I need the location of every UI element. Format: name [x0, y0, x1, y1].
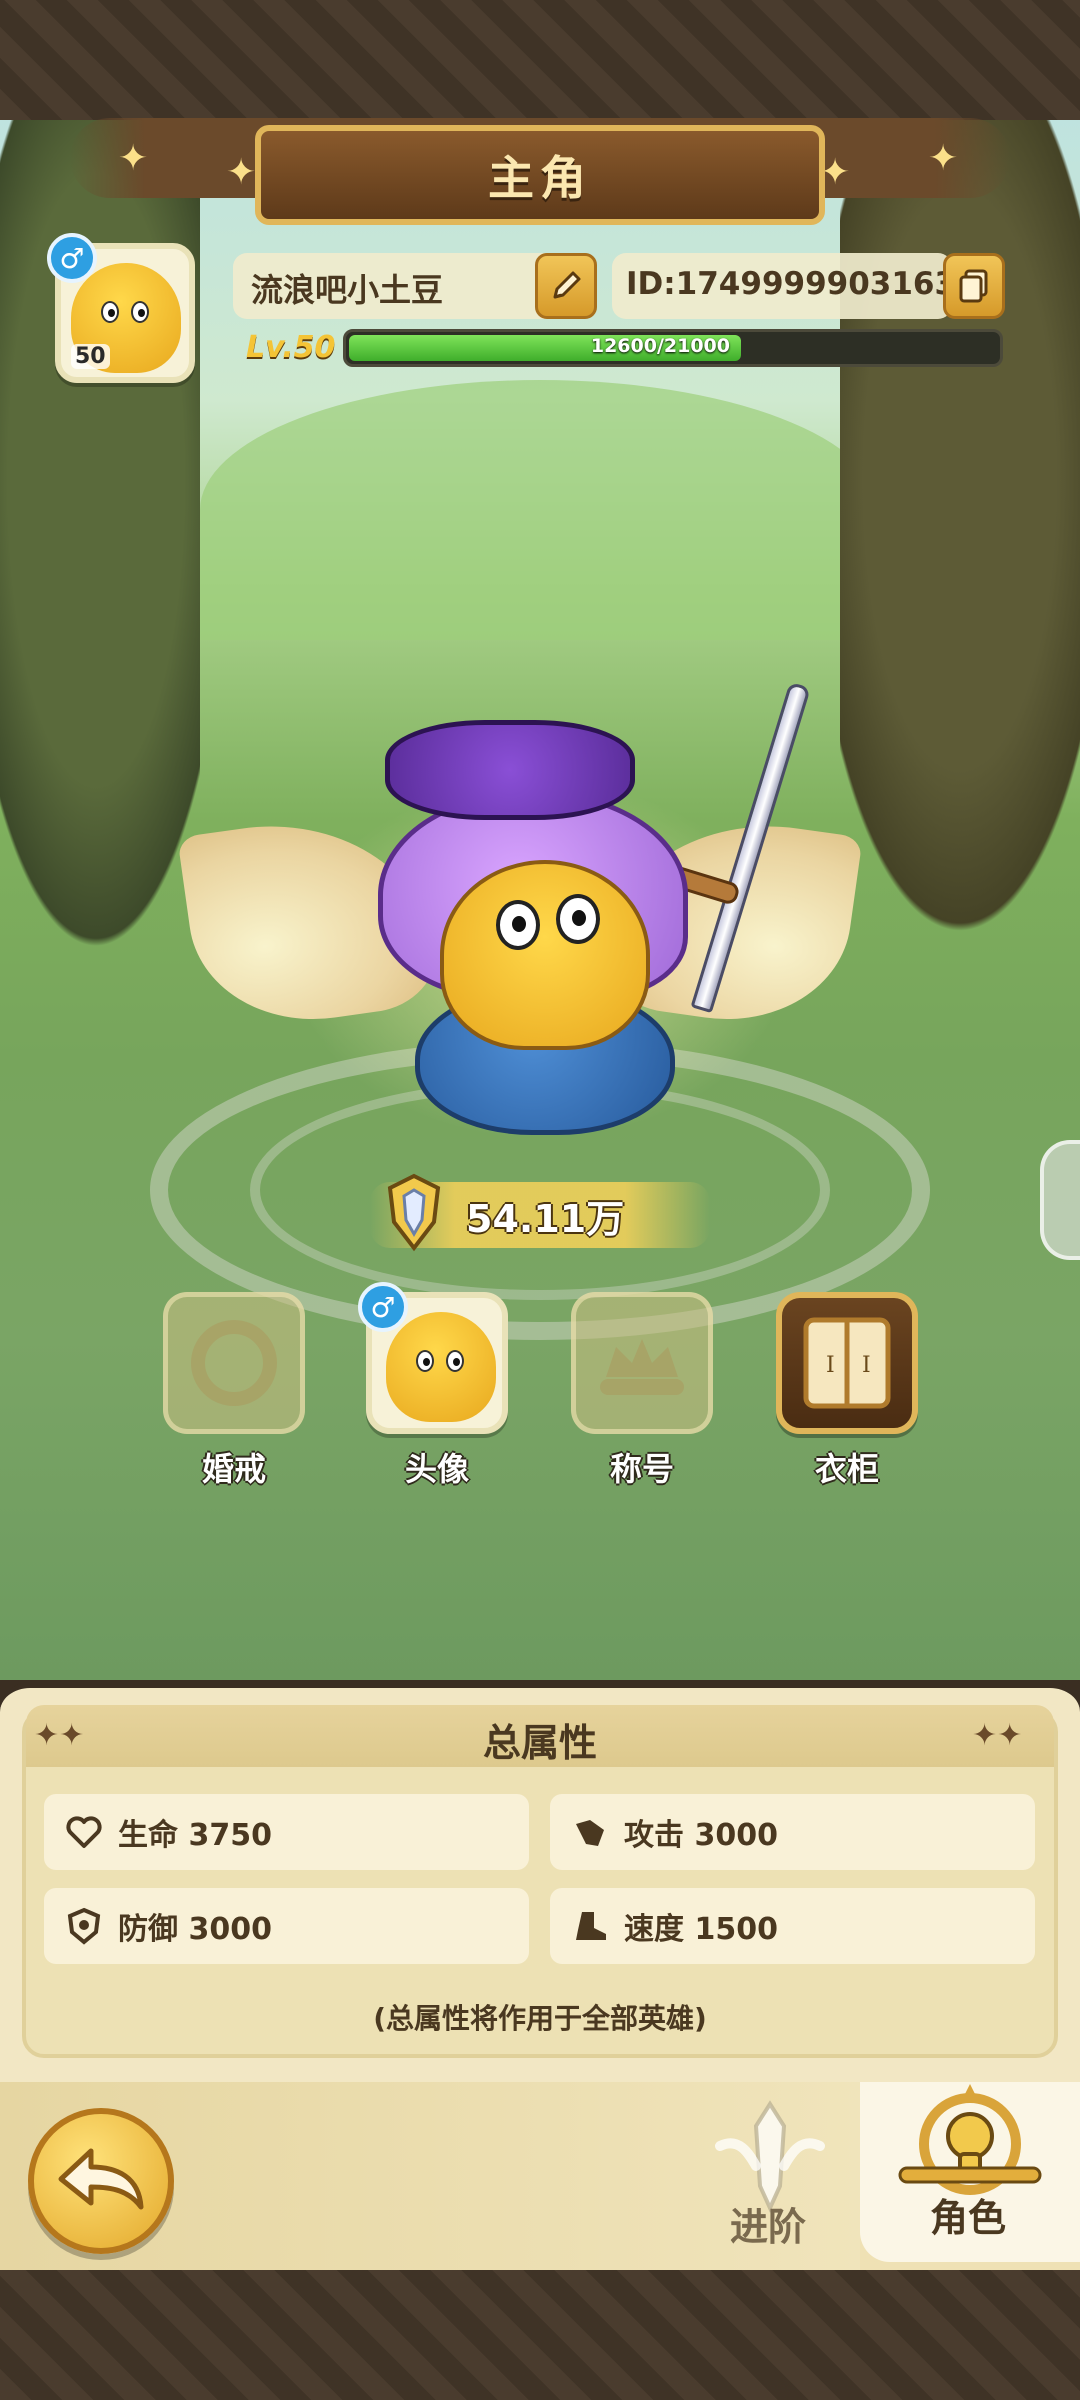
role-label: 角色 [930, 2196, 1007, 2240]
title-label: 称号 [609, 1450, 674, 1488]
player-id-field: ID:1749999903163 [612, 253, 956, 319]
attack-stat: 攻击 3000 [550, 1794, 1035, 1870]
wardrobe-icon: I I [803, 1317, 891, 1409]
heart-icon [62, 1810, 106, 1854]
exp-progress-text: 12600/21000 [590, 335, 730, 357]
player-name: 流浪吧小土豆 [251, 271, 444, 309]
attributes-note: (总属性将作用于全部英雄) [373, 2002, 707, 2035]
copy-icon [959, 269, 988, 303]
exp-progress-bar: 12600/21000 [343, 329, 1003, 367]
back-button[interactable] [28, 2108, 174, 2254]
hp-stat: 生命 3750 [44, 1794, 529, 1870]
edit-name-button[interactable] [535, 253, 597, 319]
hp-value: 生命 3750 [118, 1818, 272, 1853]
sparkle-icon: ✦ [226, 152, 257, 193]
ring-button[interactable] [163, 1292, 305, 1434]
copy-id-button[interactable] [943, 253, 1005, 319]
side-drawer-handle[interactable] [1040, 1140, 1080, 1260]
role-tab[interactable]: 角色 [860, 2082, 1080, 2262]
male-gender-icon: ♂ [47, 233, 97, 283]
attributes-title: 总属性 [482, 1721, 597, 1765]
attack-value: 攻击 3000 [624, 1818, 778, 1853]
defense-value: 防御 3000 [118, 1912, 272, 1947]
speed-stat: 速度 1500 [550, 1888, 1035, 1964]
advance-label: 进阶 [730, 2205, 807, 2249]
pencil-icon [553, 271, 581, 299]
ring-label: 婚戒 [201, 1450, 266, 1488]
power-shield-icon [387, 1173, 441, 1252]
player-level: Lv.50 [246, 330, 336, 365]
boot-icon [568, 1904, 612, 1948]
svg-text:I: I [826, 1353, 835, 1378]
avatar-label: 头像 [404, 1450, 469, 1488]
bottom-frame [0, 2270, 1080, 2400]
shield-icon [62, 1904, 106, 1948]
page-title: 主角 [488, 151, 592, 205]
character-bow [385, 720, 635, 820]
title-button[interactable] [571, 1292, 713, 1434]
crown-icon [600, 1339, 684, 1395]
speed-value: 速度 1500 [624, 1912, 778, 1947]
sparkle-icon: ✦ [928, 138, 959, 179]
gear-character-icon [898, 2084, 1042, 2195]
wardrobe-button[interactable]: I I [776, 1292, 918, 1434]
top-frame [0, 0, 1080, 120]
player-id: ID:1749999903163 [626, 266, 957, 302]
ring-icon [191, 1320, 277, 1406]
avatar-level: 50 [71, 344, 110, 369]
fist-icon [568, 1810, 612, 1854]
combat-power-value: 54.11万 [466, 1197, 625, 1241]
character-face [440, 860, 650, 1050]
back-arrow-icon [58, 2148, 144, 2210]
male-gender-icon: ♂ [358, 1282, 408, 1332]
sparkle-icon: ✦ [118, 138, 149, 179]
potato-face [386, 1312, 496, 1422]
svg-text:I: I [862, 1353, 871, 1378]
defense-stat: 防御 3000 [44, 1888, 529, 1964]
title-plate: 主角 [255, 125, 825, 225]
wardrobe-label: 衣柜 [814, 1450, 879, 1488]
advance-tab[interactable]: 进阶 [690, 2096, 850, 2266]
